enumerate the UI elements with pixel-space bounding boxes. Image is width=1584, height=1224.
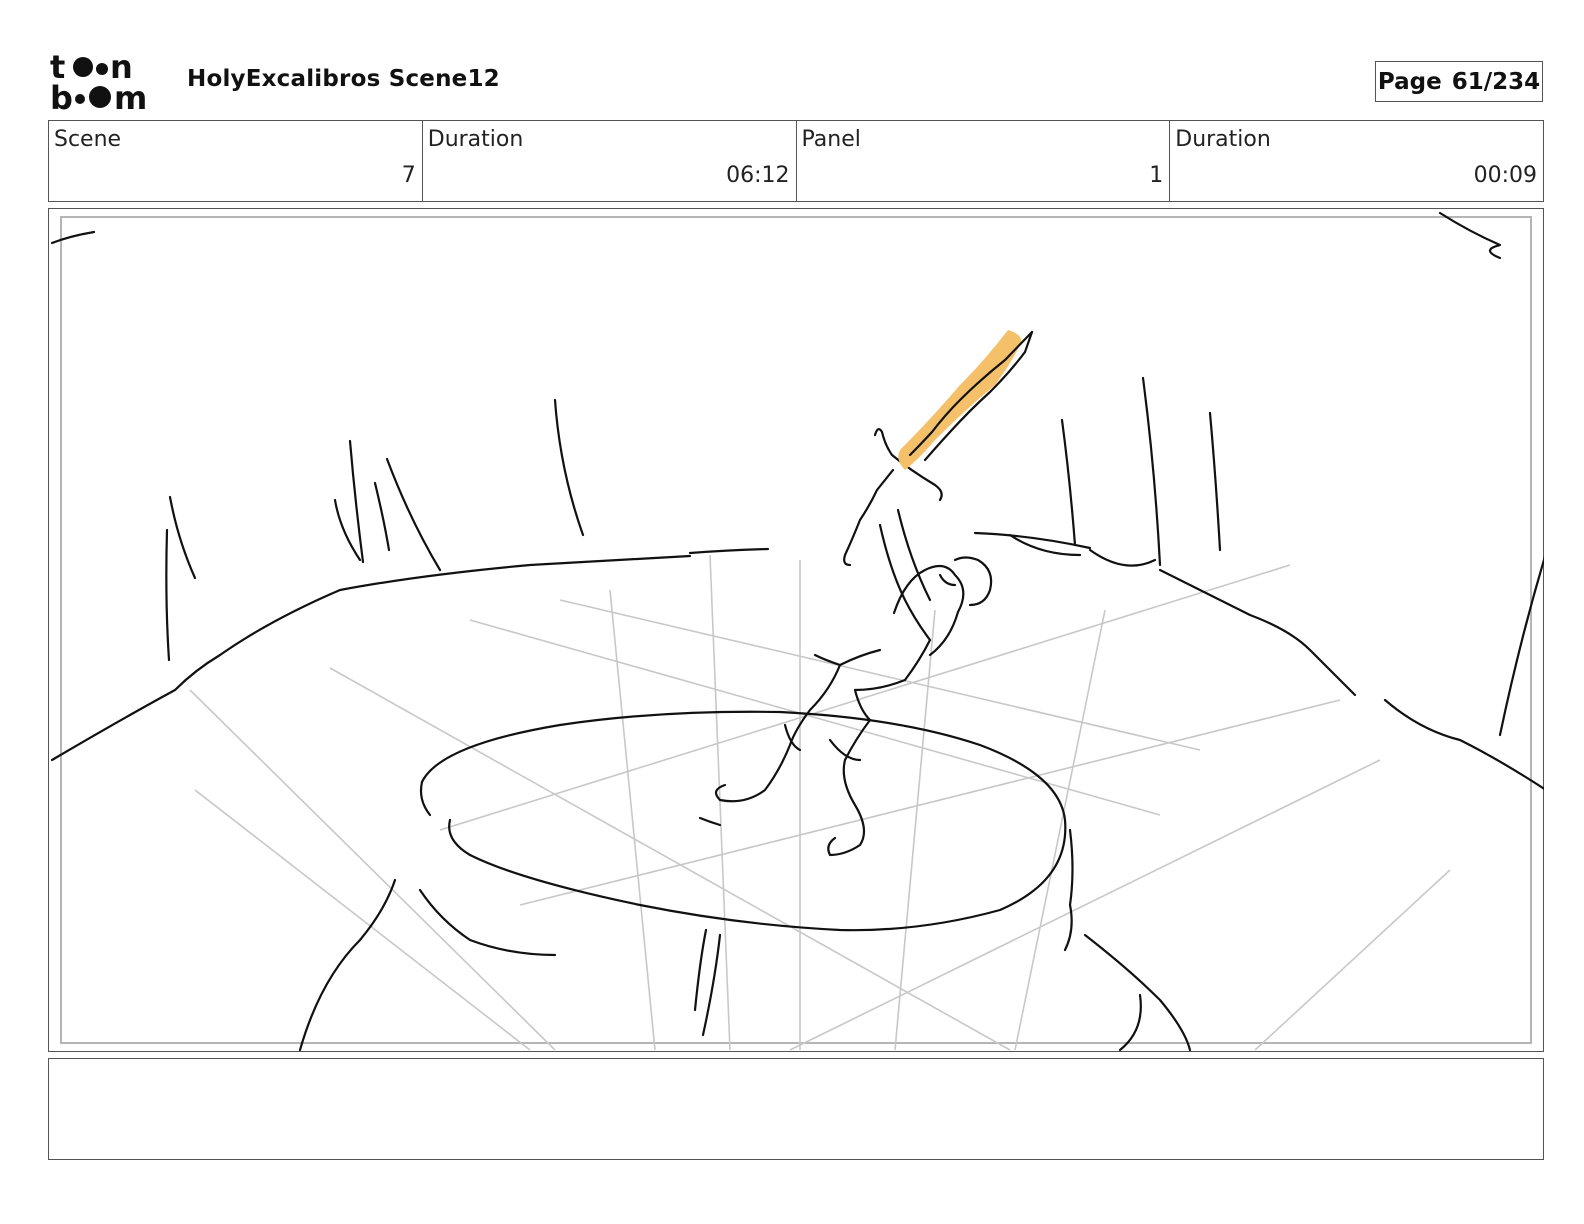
logo-dot: [73, 57, 93, 77]
logo-dot: [75, 94, 85, 104]
sword-blade: [898, 330, 1034, 470]
panel-notes-box: [48, 1058, 1544, 1160]
scene-duration-label: Duration: [427, 127, 524, 152]
scene-duration-cell: Duration 06:12: [423, 121, 797, 201]
page-label: Page: [1377, 68, 1442, 95]
panel-duration-cell: Duration 00:09: [1170, 121, 1543, 201]
panel-info-row: Scene 7 Duration 06:12 Panel 1 Duration …: [48, 120, 1544, 202]
panel-cell: Panel 1: [797, 121, 1171, 201]
perspective-guides: [189, 554, 1451, 1051]
logo-dot: [89, 86, 111, 108]
scene-cell: Scene 7: [49, 121, 423, 201]
scene-label: Scene: [54, 127, 122, 152]
logo-dot: [96, 63, 108, 75]
panel-label: Panel: [801, 127, 861, 152]
panel-duration-label: Duration: [1175, 127, 1271, 152]
panel-duration-value: 00:09: [1473, 163, 1537, 188]
project-title: HolyExcalibros Scene12: [187, 66, 500, 92]
logo-text-bottom: m: [114, 79, 147, 112]
scene-value: 7: [401, 163, 416, 188]
page-number: 61/234: [1451, 68, 1541, 95]
scene-duration-value: 06:12: [726, 163, 790, 188]
page-indicator: Page 61/234: [1375, 61, 1543, 102]
sketch-lines: [50, 211, 1544, 1052]
panel-value: 1: [1149, 163, 1164, 188]
storyboard-sketch: [50, 211, 1544, 1052]
logo-text-bottom: b: [50, 79, 73, 112]
toonboom-logo: t n b m: [50, 50, 147, 112]
